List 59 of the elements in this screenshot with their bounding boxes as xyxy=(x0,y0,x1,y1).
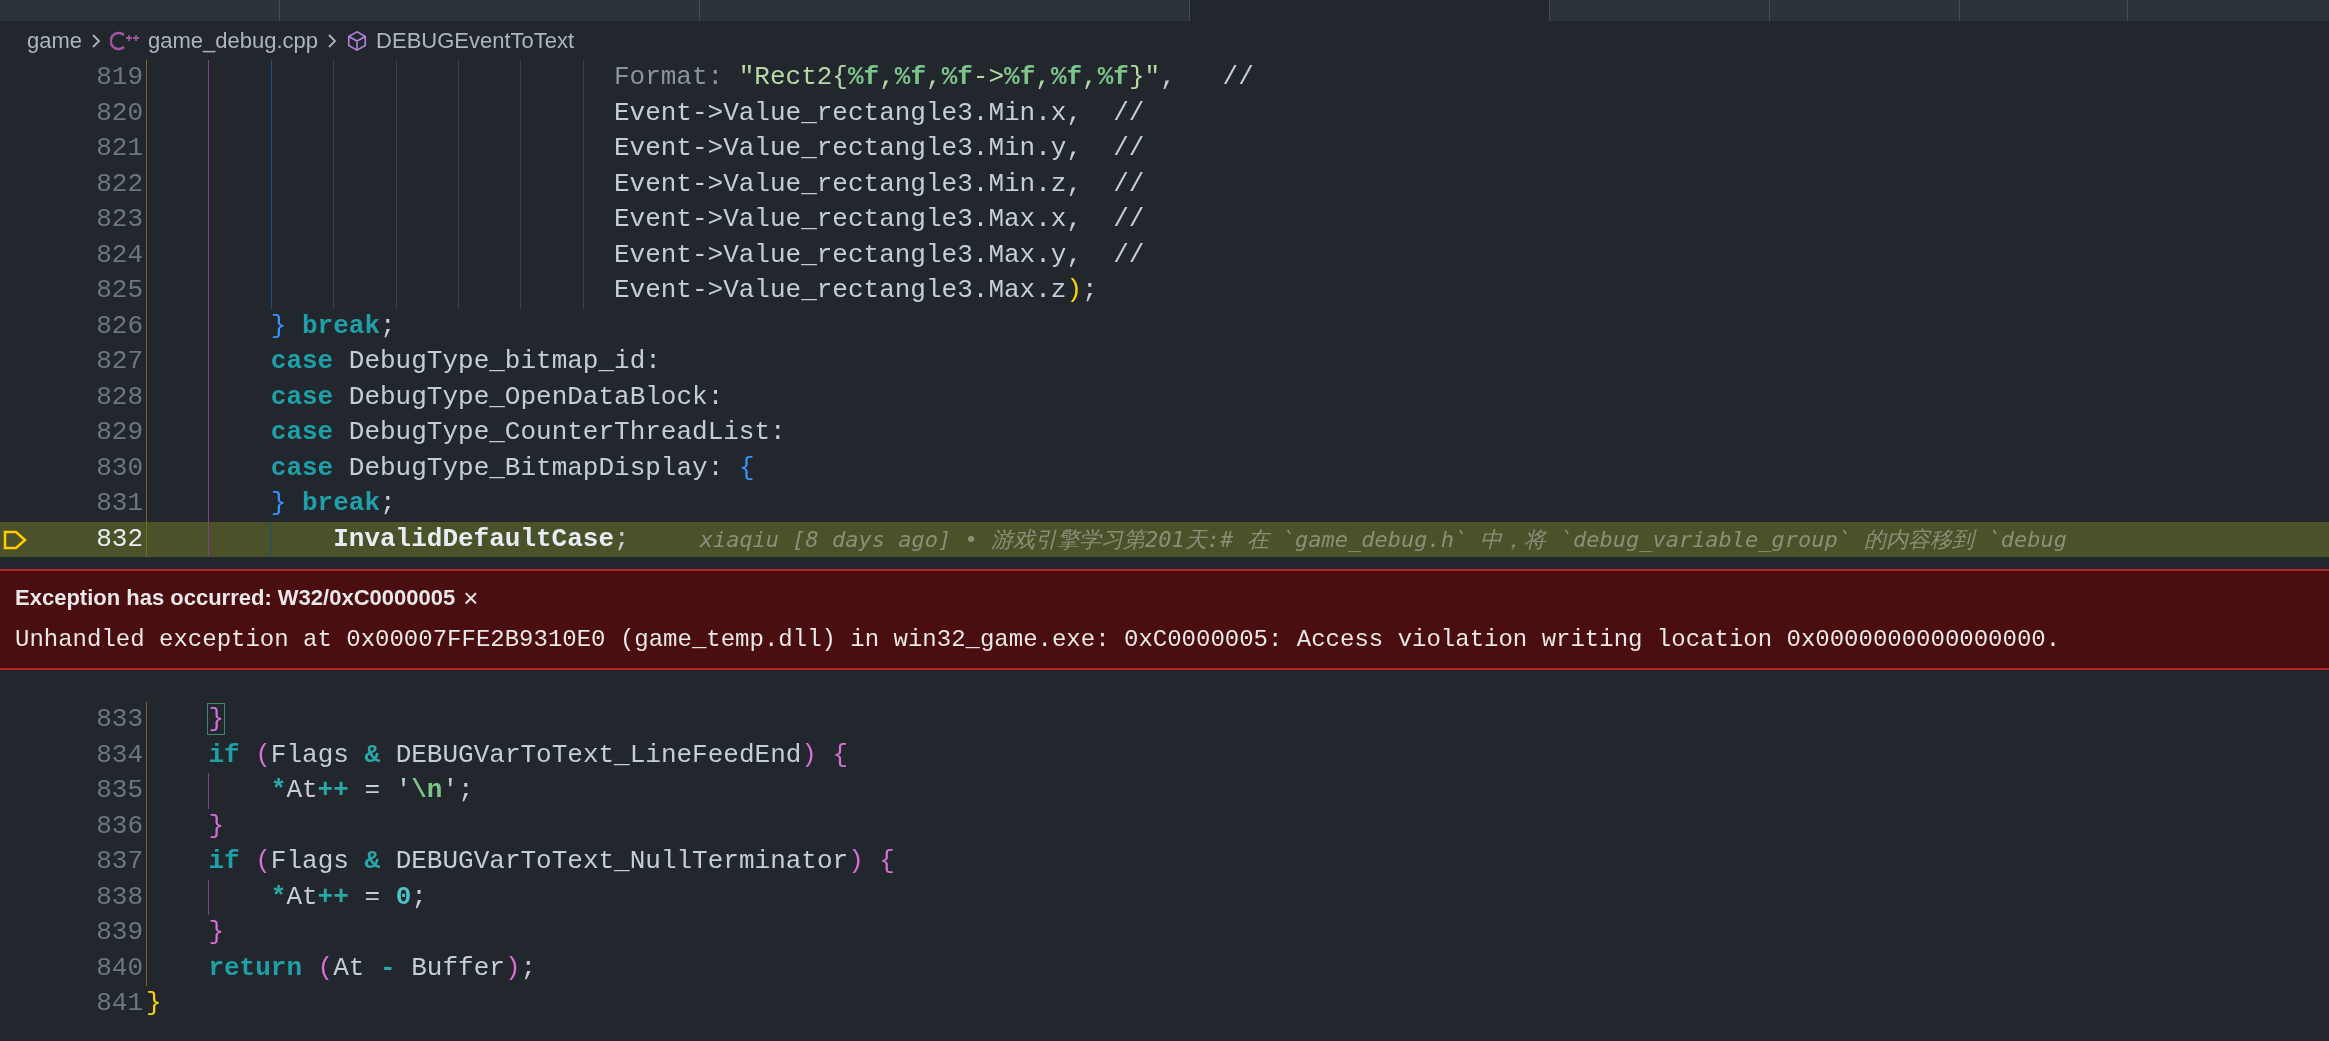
code-text: case DebugType_CounterThreadList: xyxy=(270,416,786,449)
line-number: 835 xyxy=(96,774,143,808)
line-number: 833 xyxy=(96,703,143,737)
current-line-arrow-icon xyxy=(3,529,27,550)
line-number: 826 xyxy=(96,309,143,343)
line-number: 829 xyxy=(96,416,143,450)
code-text: Event->Value_rectangle3.Min.z, // xyxy=(613,167,1145,201)
line-number: 832 xyxy=(96,522,143,556)
code-text: Event->Value_rectangle3.Max.y, // xyxy=(613,238,1145,272)
line-number: 834 xyxy=(96,738,143,772)
line-number: 820 xyxy=(96,96,143,130)
code-text: Event->Value_rectangle3.Max.x, // xyxy=(613,203,1145,236)
line-number: 830 xyxy=(96,451,143,485)
code-text: case DebugType_bitmap_id: xyxy=(270,345,661,378)
code-text: } xyxy=(146,987,162,1020)
cube-icon xyxy=(346,29,369,52)
line-number: 819 xyxy=(96,61,143,95)
code-text: } break; xyxy=(270,487,396,520)
line-number: 824 xyxy=(96,238,143,272)
line-number: 840 xyxy=(96,951,143,985)
git-blame-annotation: xiaqiu [8 days ago] • 游戏引擎学习第201天:# 在 `game_debug.h` 中，将 `debug_variable_group` 的内容移到 `debug xyxy=(699,525,2068,554)
line-number: 841 xyxy=(96,987,143,1021)
code-text: Format: "Rect2{%f,%f,%f->%f,%f,%f}", // xyxy=(613,61,1254,94)
editor-tab[interactable] xyxy=(1190,0,1550,21)
code-text: if (Flags & DEBUGVarToText_NullTerminator) { xyxy=(208,845,895,878)
line-number: 828 xyxy=(96,380,143,414)
code-text: } break; xyxy=(270,309,396,343)
exception-message: Unhandled exception at 0x00007FFE2B9310E0 (game_temp.dll) in win32_game.exe: 0xC0000005: Access violation writing location 0x0000000000000000. xyxy=(15,625,2062,655)
chevron-right-icon xyxy=(326,31,339,50)
line-number: 823 xyxy=(96,203,143,237)
code-text: *At++ = '\n'; xyxy=(270,774,474,807)
breadcrumb-item[interactable]: game xyxy=(27,24,83,57)
line-number: 831 xyxy=(96,487,143,521)
line-number: 827 xyxy=(96,345,143,379)
code-text: Event->Value_rectangle3.Max.z); xyxy=(613,274,1098,307)
code-text: } xyxy=(208,916,224,949)
code-text: return (At - Buffer); xyxy=(208,951,537,985)
breadcrumb-item[interactable]: DEBUGEventToText xyxy=(376,24,575,57)
code-text: } xyxy=(208,809,224,843)
code-text: Event->Value_rectangle3.Min.x, // xyxy=(613,96,1145,130)
line-number: 837 xyxy=(96,845,143,879)
code-text: Event->Value_rectangle3.Min.y, // xyxy=(613,132,1145,165)
chevron-right-icon xyxy=(90,31,103,50)
line-number: 839 xyxy=(96,916,143,950)
code-text: *At++ = 0; xyxy=(270,880,427,914)
code-text: if (Flags & DEBUGVarToText_LineFeedEnd) { xyxy=(208,738,849,772)
line-number: 825 xyxy=(96,274,143,308)
code-text: InvalidDefaultCase; xyxy=(333,522,630,556)
cpp-file-icon xyxy=(110,29,141,52)
line-number: 821 xyxy=(96,132,143,166)
line-number: 838 xyxy=(96,880,143,914)
breadcrumb-item[interactable]: game_debug.cpp xyxy=(148,24,319,57)
code-text: } xyxy=(208,703,224,736)
exception-title: Exception has occurred: W32/0xC0000005 xyxy=(15,584,456,612)
close-button[interactable]: × xyxy=(463,584,479,611)
line-number: 836 xyxy=(96,809,143,843)
line-number: 822 xyxy=(96,167,143,201)
code-text: case DebugType_OpenDataBlock: xyxy=(270,380,724,414)
code-text: case DebugType_BitmapDisplay: { xyxy=(270,451,755,485)
